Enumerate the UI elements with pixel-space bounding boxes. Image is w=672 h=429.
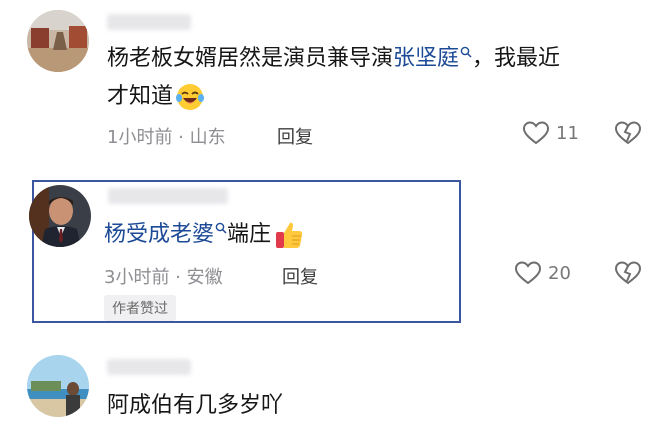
comment-time-location: 1小时前 · 山东 bbox=[107, 127, 226, 148]
username-blurred bbox=[107, 14, 191, 30]
heart-icon bbox=[522, 121, 550, 145]
laughing-tears-emoji-icon bbox=[176, 84, 205, 110]
comment-text-line2: 才知道 bbox=[107, 78, 205, 116]
comment-item: 杨老板女婿居然是演员兼导演张坚庭 ，我最近 才知道 1小时前 · 山东 回复 11 bbox=[0, 0, 672, 170]
comment-text-part: 才知道 bbox=[107, 84, 174, 109]
mention-link[interactable]: 张坚庭 bbox=[393, 46, 472, 71]
comment-text-part: 端庄 bbox=[227, 222, 272, 247]
reply-button[interactable]: 回复 bbox=[282, 263, 318, 289]
avatar-image bbox=[27, 355, 89, 417]
author-liked-badge: 作者赞过 bbox=[104, 295, 176, 321]
dislike-button[interactable] bbox=[614, 260, 642, 290]
heart-icon bbox=[514, 261, 542, 285]
broken-heart-icon bbox=[614, 121, 642, 145]
avatar[interactable] bbox=[27, 10, 89, 72]
avatar[interactable] bbox=[27, 355, 89, 417]
mention-link-label: 杨受成老婆 bbox=[104, 222, 215, 247]
avatar-image bbox=[27, 10, 89, 72]
like-button[interactable]: 20 bbox=[514, 260, 571, 286]
mention-link-label: 张坚庭 bbox=[393, 46, 460, 71]
comment-text: 阿成伯有几多岁吖 bbox=[107, 393, 284, 418]
like-button[interactable]: 11 bbox=[522, 120, 579, 146]
comment-item: 阿成伯有几多岁吖 bbox=[0, 345, 672, 429]
username-blurred bbox=[107, 359, 191, 375]
comment-text-part: ，我最近 bbox=[472, 46, 561, 71]
search-icon bbox=[460, 46, 472, 58]
comment-text: 杨受成老婆 端庄 bbox=[104, 216, 305, 254]
username-blurred bbox=[108, 188, 228, 204]
comment-item: 杨受成老婆 端庄 3小时前 · 安徽 回复 作者赞过 20 bbox=[0, 180, 672, 323]
dislike-button[interactable] bbox=[614, 120, 642, 150]
comment-time-location: 3小时前 · 安徽 bbox=[104, 267, 223, 288]
avatar[interactable] bbox=[29, 185, 91, 247]
broken-heart-icon bbox=[614, 261, 642, 285]
mention-link[interactable]: 杨受成老婆 bbox=[104, 222, 227, 247]
like-count: 11 bbox=[556, 122, 579, 144]
search-icon bbox=[215, 222, 227, 234]
avatar-image bbox=[29, 185, 91, 247]
comment-text: 杨老板女婿居然是演员兼导演张坚庭 ，我最近 bbox=[107, 40, 560, 78]
like-count: 20 bbox=[548, 262, 571, 284]
comment-text-part: 杨老板女婿居然是演员兼导演 bbox=[107, 46, 394, 71]
reply-button[interactable]: 回复 bbox=[277, 123, 313, 149]
thumbs-up-emoji-icon bbox=[276, 222, 303, 248]
